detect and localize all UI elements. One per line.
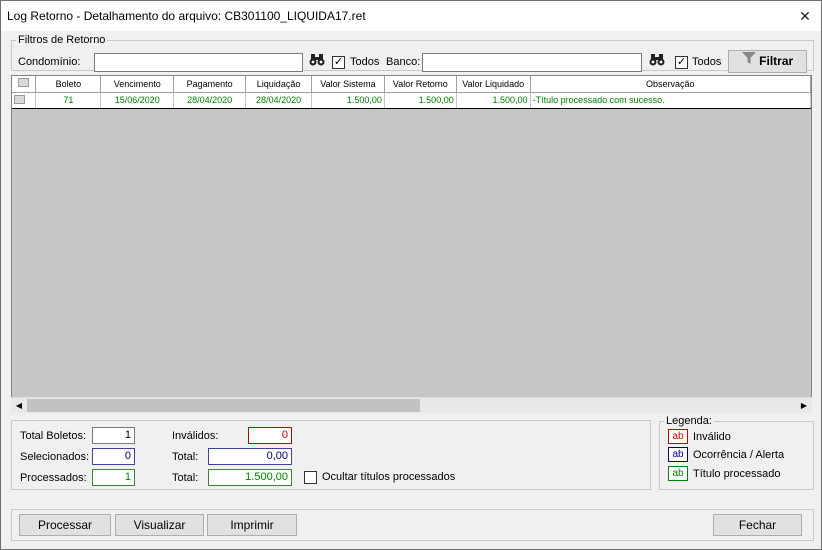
select-all-checkbox[interactable] [12,76,37,93]
total-selecionados-label: Total: [172,451,199,463]
swatch-invalido: ab [668,429,688,444]
visualizar-button[interactable]: Visualizar [115,514,204,536]
fechar-button[interactable]: Fechar [713,514,802,536]
cell-pagamento: 28/04/2020 [173,91,247,109]
filtrar-button[interactable]: Filtrar [728,50,807,73]
scrollbar-thumb[interactable] [27,399,420,412]
ocultar-processados-checkbox[interactable] [304,471,317,484]
swatch-processado: ab [668,466,688,481]
total-boletos-label: Total Boletos: [20,430,87,442]
total-processados-value: 1.500,00 [208,469,292,486]
grid-header: Boleto Vencimento Pagamento Liquidação V… [12,76,811,93]
legenda-legend: Legenda: [666,415,712,427]
total-processados-label: Total: [172,472,199,484]
invalidos-value: 0 [248,427,292,444]
horizontal-scrollbar[interactable]: ◀ ▶ [11,397,812,413]
legenda-groupbox: Legenda: ab Inválido ab Ocorrência / Ale… [659,415,814,490]
window-title: Log Retorno - Detalhamento do arquivo: C… [7,9,366,23]
retorno-grid: Boleto Vencimento Pagamento Liquidação V… [11,75,812,413]
binoculars-icon[interactable] [648,53,666,71]
cell-observacao: -Título processado com sucesso. [530,91,811,109]
column-header[interactable]: Vencimento [100,76,175,93]
invalidos-label: Inválidos: [172,430,219,442]
column-header[interactable]: Valor Liquidado [456,76,531,93]
selecionados-label: Selecionados: [20,451,90,463]
table-row[interactable]: 71 15/06/2020 28/04/2020 28/04/2020 1.50… [12,91,811,109]
cell-liquidacao: 28/04/2020 [245,91,313,109]
todos-banco-label: Todos [692,56,722,68]
processados-value: 1 [92,469,135,486]
condominio-label: Condomínio: [18,56,81,68]
column-header[interactable]: Valor Retorno [384,76,457,93]
title-bar: Log Retorno - Detalhamento do arquivo: C… [1,1,821,31]
total-boletos-value: 1 [92,427,135,444]
todos-banco-checkbox[interactable]: ✓ [675,56,688,69]
totals-panel: Total Boletos: 1 Inválidos: 0 Selecionad… [11,420,651,490]
processados-label: Processados: [20,472,87,484]
row-checkbox[interactable] [12,91,37,109]
processar-button[interactable]: Processar [19,514,111,536]
cell-vencimento: 15/06/2020 [100,91,175,109]
total-selecionados-value: 0,00 [208,448,292,465]
swatch-alerta: ab [668,447,688,462]
scroll-right-icon[interactable]: ▶ [796,398,812,414]
column-header[interactable]: Liquidação [245,76,313,93]
column-header[interactable]: Pagamento [173,76,247,93]
legenda-invalido: Inválido [693,431,731,443]
footer-bar: Processar Visualizar Imprimir Fechar [11,509,814,541]
todos-condominio-checkbox[interactable]: ✓ [332,56,345,69]
legenda-alerta: Ocorrência / Alerta [693,449,785,461]
column-header[interactable]: Boleto [35,76,102,93]
todos-condominio-label: Todos [350,56,380,68]
log-retorno-window: Log Retorno - Detalhamento do arquivo: C… [0,0,822,550]
imprimir-button[interactable]: Imprimir [207,514,297,536]
scroll-left-icon[interactable]: ◀ [11,398,27,414]
column-header[interactable]: Valor Sistema [311,76,385,93]
condominio-input[interactable] [94,53,303,72]
cell-boleto: 71 [35,91,102,109]
binoculars-icon[interactable] [308,53,326,71]
column-header[interactable]: Observação [530,76,811,93]
filtrar-label: Filtrar [759,54,794,68]
retorno-table: Boleto Vencimento Pagamento Liquidação V… [12,76,811,109]
banco-input[interactable] [422,53,642,72]
filtros-groupbox: Filtros de Retorno Condomínio: ✓ Todos B… [11,34,814,73]
funnel-icon [741,51,756,72]
cell-valor-retorno: 1.500,00 [384,91,457,109]
ocultar-processados-label: Ocultar títulos processados [322,471,456,483]
banco-label: Banco: [386,56,421,68]
selecionados-value: 0 [92,448,135,465]
close-icon[interactable]: ✕ [793,6,817,26]
cell-valor-sistema: 1.500,00 [311,91,385,109]
cell-valor-liquidado: 1.500,00 [456,91,531,109]
legenda-processado: Título processado [693,468,781,480]
filtros-legend: Filtros de Retorno [18,34,106,46]
